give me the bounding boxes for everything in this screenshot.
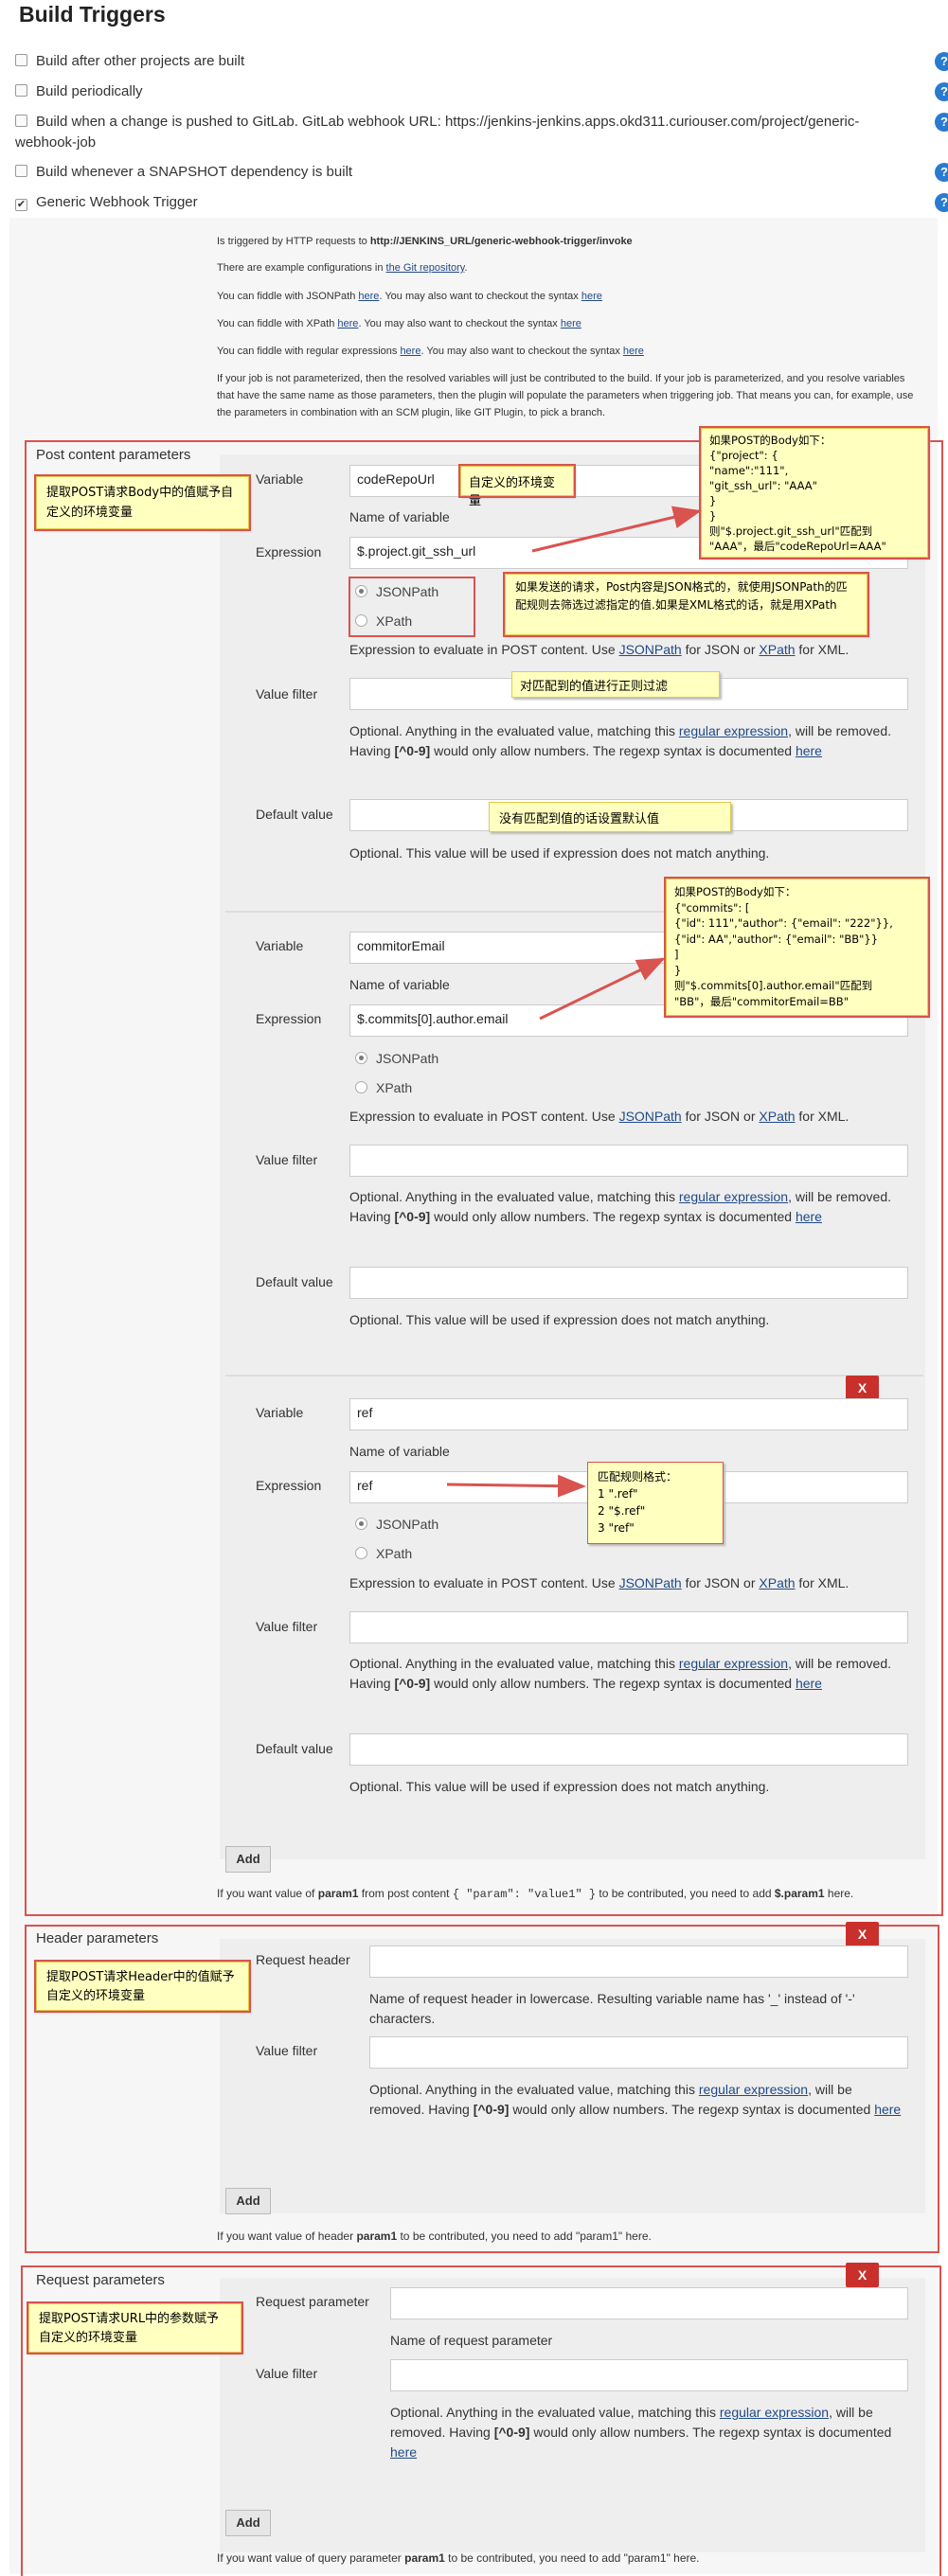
arrow-to-body-example-2 (539, 957, 666, 1021)
annotation-arrows (446, 506, 702, 1498)
arrow-to-match-rules (446, 1474, 586, 1498)
arrow-to-body-example-1 (531, 506, 702, 553)
